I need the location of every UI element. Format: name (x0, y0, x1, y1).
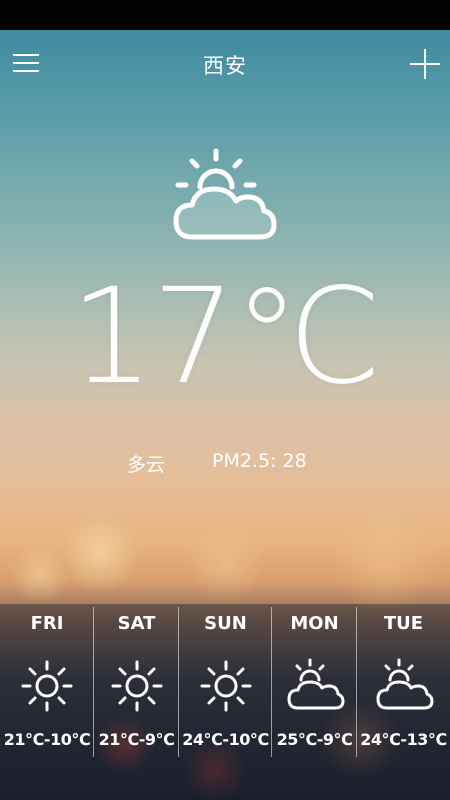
forecast-day-name: FRI (30, 613, 64, 634)
forecast-day-name: MON (290, 613, 339, 634)
forecast-temp-range: 24℃-13℃ (360, 730, 447, 749)
bokeh-light (10, 545, 70, 605)
top-bar: 西安 (0, 30, 450, 96)
bokeh-light (60, 515, 140, 595)
forecast-day[interactable]: SUN 24℃-10℃ (179, 604, 272, 800)
add-city-button[interactable] (408, 47, 442, 81)
sunny-icon (21, 660, 73, 712)
forecast-temp-range: 21℃-9℃ (98, 730, 175, 749)
sunny-icon (111, 660, 162, 712)
forecast-temp-range: 21℃-10℃ (3, 730, 91, 749)
status-bar (0, 0, 450, 30)
partly-cloudy-icon (287, 658, 344, 710)
current-temperature: 17℃ (69, 260, 382, 414)
forecast-day-name: TUE (383, 613, 424, 634)
partly-cloudy-icon (173, 148, 277, 240)
weather-screen: 西安 17℃ 多云 PM2.5: 28 FRI 21℃-10℃ SAT 21℃-… (0, 0, 450, 800)
forecast-temp-range: 25℃-9℃ (276, 730, 353, 749)
forecast-temp-range: 24℃-10℃ (182, 730, 269, 749)
bokeh-light (185, 525, 265, 605)
current-conditions: 多云 PM2.5: 28 (0, 450, 450, 478)
city-name[interactable]: 西安 (0, 50, 450, 80)
forecast-day[interactable]: FRI 21℃-10℃ (0, 604, 94, 800)
forecast-day[interactable]: MON 25℃-9℃ (272, 604, 357, 800)
forecast-panel: FRI 21℃-10℃ SAT 21℃-9℃ SUN 24℃-10℃ MON 2… (0, 604, 450, 800)
forecast-day-name: SUN (204, 613, 247, 634)
forecast-day[interactable]: TUE 24℃-13℃ (357, 604, 450, 800)
forecast-day[interactable]: SAT 21℃-9℃ (94, 604, 179, 800)
pm25-reading: PM2.5: 28 (212, 450, 307, 472)
forecast-day-name: SAT (117, 613, 156, 634)
plus-icon (410, 63, 440, 65)
sunny-icon (200, 660, 251, 712)
partly-cloudy-icon (376, 658, 433, 710)
condition-text: 多云 (127, 454, 166, 476)
